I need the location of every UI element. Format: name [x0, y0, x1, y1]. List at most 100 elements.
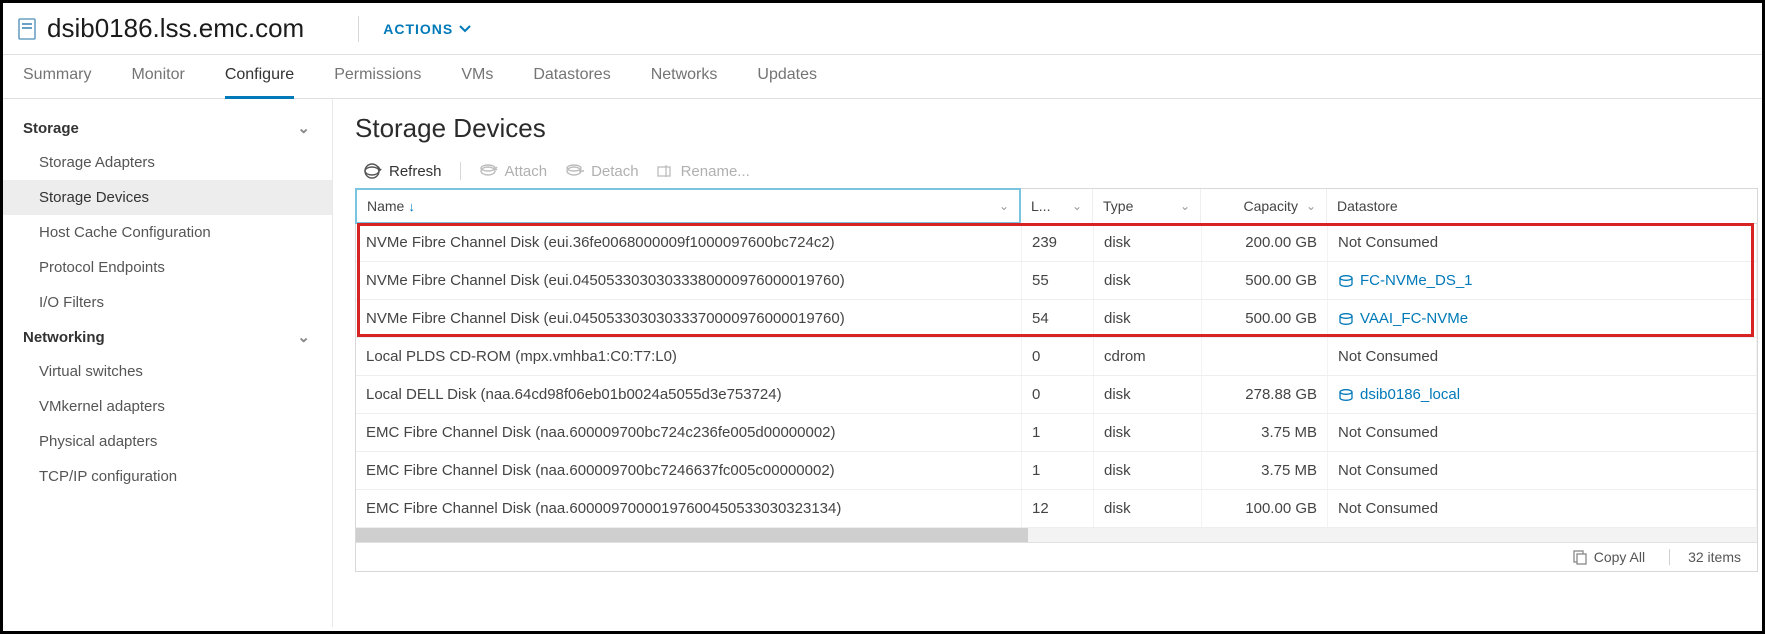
table-row[interactable]: Local DELL Disk (naa.64cd98f06eb01b0024a… — [356, 376, 1757, 414]
sidebar-item-storage-adapters[interactable]: Storage Adapters — [3, 145, 332, 180]
datastore-value: Not Consumed — [1338, 348, 1438, 365]
rename-icon — [657, 164, 675, 178]
sidebar-item-protocol-endpoints[interactable]: Protocol Endpoints — [3, 250, 332, 285]
cell-datastore: Not Consumed — [1328, 414, 1757, 451]
col-name-label: Name — [367, 198, 404, 214]
datastore-link[interactable]: VAAI_FC-NVMe — [1338, 310, 1468, 327]
separator — [460, 162, 461, 180]
col-header-capacity[interactable]: Capacity ⌄ — [1201, 189, 1327, 223]
chevron-down-icon: ⌄ — [999, 199, 1009, 213]
table-row[interactable]: NVMe Fibre Channel Disk (eui.04505330303… — [356, 300, 1757, 338]
rename-button[interactable]: Rename... — [651, 163, 756, 180]
col-header-lun[interactable]: L... ⌄ — [1021, 189, 1093, 223]
tab-bar: Summary Monitor Configure Permissions VMs Dat… — [3, 55, 1762, 99]
cell-datastore: Not Consumed — [1328, 338, 1757, 375]
col-cap-label: Capacity — [1243, 198, 1297, 214]
host-icon — [17, 18, 37, 40]
main-title: Storage Devices — [355, 113, 1758, 144]
cell-type: disk — [1094, 490, 1202, 527]
tab-networks[interactable]: Networks — [651, 55, 718, 99]
scrollbar-thumb[interactable] — [356, 528, 1028, 542]
sidebar-item-vmkernel-adapters[interactable]: VMkernel adapters — [3, 389, 332, 424]
detach-icon — [565, 163, 585, 179]
cell-type: disk — [1094, 300, 1202, 337]
cell-name: NVMe Fibre Channel Disk (eui.04505330303… — [356, 300, 1022, 337]
storage-devices-grid: Name ↓ ⌄ L... ⌄ Type ⌄ Capacity ⌄ Data — [355, 188, 1758, 572]
table-row[interactable]: NVMe Fibre Channel Disk (eui.04505330303… — [356, 262, 1757, 300]
col-header-type[interactable]: Type ⌄ — [1093, 189, 1201, 223]
tab-summary[interactable]: Summary — [23, 55, 91, 99]
col-type-label: Type — [1103, 198, 1133, 214]
table-row[interactable]: EMC Fibre Channel Disk (naa.600009700001… — [356, 490, 1757, 528]
detach-button[interactable]: Detach — [559, 163, 645, 180]
cell-lun: 12 — [1022, 490, 1094, 527]
sidebar-section-networking[interactable]: Networking⌄ — [3, 320, 332, 354]
datastore-value: Not Consumed — [1338, 424, 1438, 441]
cell-type: disk — [1094, 262, 1202, 299]
cell-name: EMC Fibre Channel Disk (naa.600009700bc7… — [356, 452, 1022, 489]
chevron-down-icon: ⌄ — [297, 119, 310, 137]
divider — [358, 16, 359, 42]
sidebar-item-physical-adapters[interactable]: Physical adapters — [3, 424, 332, 459]
horizontal-scrollbar[interactable] — [356, 528, 1757, 542]
sidebar-item-i-o-filters[interactable]: I/O Filters — [3, 285, 332, 320]
cell-capacity: 100.00 GB — [1202, 490, 1328, 527]
datastore-name: dsib0186_local — [1360, 386, 1460, 403]
cell-capacity: 500.00 GB — [1202, 300, 1328, 337]
chevron-down-icon — [459, 25, 471, 33]
tab-monitor[interactable]: Monitor — [131, 55, 184, 99]
tab-vms[interactable]: VMs — [461, 55, 493, 99]
datastore-link[interactable]: dsib0186_local — [1338, 386, 1460, 403]
tab-datastores[interactable]: Datastores — [533, 55, 610, 99]
actions-menu[interactable]: ACTIONS — [383, 21, 471, 37]
rename-label: Rename... — [681, 163, 750, 180]
cell-type: disk — [1094, 414, 1202, 451]
attach-icon — [479, 163, 499, 179]
table-row[interactable]: NVMe Fibre Channel Disk (eui.36fe0068000… — [356, 224, 1757, 262]
table-row[interactable]: Local PLDS CD-ROM (mpx.vmhba1:C0:T7:L0)0… — [356, 338, 1757, 376]
datastore-link[interactable]: FC-NVMe_DS_1 — [1338, 272, 1473, 289]
chevron-down-icon: ⌄ — [1180, 199, 1190, 213]
detach-label: Detach — [591, 163, 639, 180]
cell-capacity: 200.00 GB — [1202, 224, 1328, 261]
tab-updates[interactable]: Updates — [757, 55, 817, 99]
chevron-down-icon: ⌄ — [1306, 199, 1316, 213]
copy-all-button[interactable]: Copy All — [1566, 549, 1651, 565]
sidebar-item-tcp-ip-configuration[interactable]: TCP/IP configuration — [3, 459, 332, 494]
datastore-value: Not Consumed — [1338, 500, 1438, 517]
col-lun-label: L... — [1031, 198, 1050, 214]
cell-lun: 55 — [1022, 262, 1094, 299]
col-header-datastore[interactable]: Datastore — [1327, 189, 1757, 223]
attach-button[interactable]: Attach — [473, 163, 554, 180]
col-header-name[interactable]: Name ↓ ⌄ — [355, 188, 1021, 224]
sidebar: Storage ⌄ Storage AdaptersStorage DevicesH… — [3, 99, 333, 627]
refresh-icon — [363, 162, 383, 180]
sidebar-section-storage[interactable]: Storage ⌄ — [3, 111, 332, 145]
table-row[interactable]: EMC Fibre Channel Disk (naa.600009700bc7… — [356, 414, 1757, 452]
copy-all-label: Copy All — [1594, 549, 1645, 565]
sidebar-item-storage-devices[interactable]: Storage Devices — [3, 180, 332, 215]
datastore-name: VAAI_FC-NVMe — [1360, 310, 1468, 327]
cell-lun: 1 — [1022, 414, 1094, 451]
cell-capacity: 3.75 MB — [1202, 414, 1328, 451]
cell-type: disk — [1094, 452, 1202, 489]
cell-capacity: 3.75 MB — [1202, 452, 1328, 489]
grid-header: Name ↓ ⌄ L... ⌄ Type ⌄ Capacity ⌄ Data — [356, 189, 1757, 224]
cell-capacity: 278.88 GB — [1202, 376, 1328, 413]
sidebar-item-virtual-switches[interactable]: Virtual switches — [3, 354, 332, 389]
tab-permissions[interactable]: Permissions — [334, 55, 421, 99]
cell-name: EMC Fibre Channel Disk (naa.600009700bc7… — [356, 414, 1022, 451]
section-label: Storage — [23, 120, 79, 137]
cell-datastore: Not Consumed — [1328, 224, 1757, 261]
refresh-button[interactable]: Refresh — [357, 162, 448, 180]
tab-configure[interactable]: Configure — [225, 55, 294, 99]
datastore-value: Not Consumed — [1338, 462, 1438, 479]
cell-datastore: Not Consumed — [1328, 452, 1757, 489]
table-row[interactable]: EMC Fibre Channel Disk (naa.600009700bc7… — [356, 452, 1757, 490]
sidebar-item-host-cache-configuration[interactable]: Host Cache Configuration — [3, 215, 332, 250]
cell-name: Local PLDS CD-ROM (mpx.vmhba1:C0:T7:L0) — [356, 338, 1022, 375]
sort-ascending-icon: ↓ — [408, 199, 415, 214]
cell-type: cdrom — [1094, 338, 1202, 375]
item-count: 32 items — [1688, 549, 1741, 565]
cell-lun: 54 — [1022, 300, 1094, 337]
